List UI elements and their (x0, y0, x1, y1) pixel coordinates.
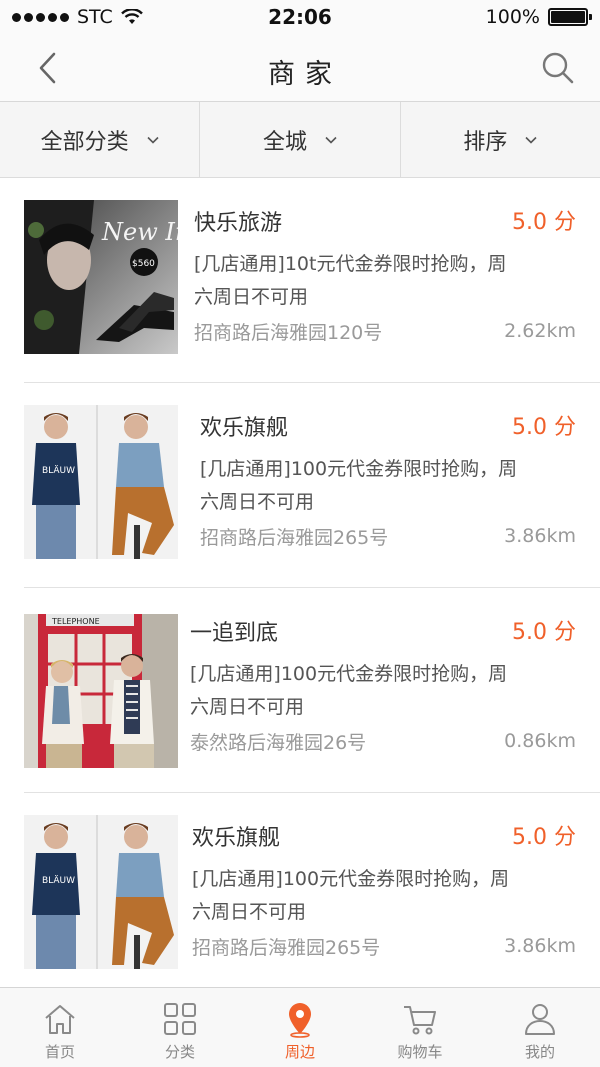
battery-fill (551, 11, 585, 23)
filter-category-label: 全部分类 (40, 129, 129, 155)
page-title: 商家 (268, 59, 342, 90)
svg-text:New In: New In (101, 218, 178, 246)
battery-percent: 100% (485, 6, 540, 28)
deal-description-line: 六周日不可用 (200, 491, 315, 513)
merchant-score: 5.0 分 (512, 620, 576, 645)
tab-nearby[interactable]: 周边 (240, 988, 360, 1067)
fashion-shoes-photo: New In $560 (24, 200, 178, 354)
merchant-score: 5.0 分 (512, 210, 576, 235)
tab-mine[interactable]: 我的 (480, 988, 600, 1067)
merchant-thumbnail: TELEPHONE (24, 614, 178, 768)
deal-description-line: [几店通用]10t元代金券限时抢购，周 (194, 253, 507, 275)
merchant-thumbnail: BLÄUW (24, 815, 178, 969)
chevron-down-icon (147, 136, 159, 144)
filter-city-label: 全城 (262, 129, 307, 155)
deal-description-line: 六周日不可用 (194, 286, 309, 308)
merchant-name: 欢乐旗舰 (192, 826, 281, 851)
search-icon[interactable] (538, 48, 578, 88)
merchant-address: 泰然路后海雅园26号 (190, 732, 367, 754)
status-bar: STC 22:06 100% (0, 0, 600, 34)
merchant-distance: 3.86km (504, 935, 576, 957)
grid-icon (164, 1003, 196, 1035)
deal-description-line: [几店通用]100元代金券限时抢购，周 (192, 868, 510, 890)
filter-bar: 全部分类 全城 排序 (0, 102, 600, 178)
merchant-address: 招商路后海雅园265号 (200, 527, 389, 549)
svg-text:BLÄUW: BLÄUW (42, 465, 75, 476)
telephone-booth-photo: TELEPHONE (24, 614, 178, 768)
men-apparel-photo: BLÄUW (24, 815, 178, 969)
merchant-score: 5.0 分 (512, 415, 576, 440)
deal-description-line: 六周日不可用 (192, 901, 307, 923)
merchant-thumbnail: New In $560 (24, 200, 178, 354)
filter-sort-label: 排序 (463, 129, 508, 155)
merchant-address: 招商路后海雅园120号 (194, 322, 383, 344)
list-item[interactable]: TELEPHONE 一追到底 5.0 分 [几店通用]100元代金券限时抢购，周… (0, 588, 600, 793)
location-pin-icon (289, 1003, 311, 1038)
filter-sort[interactable]: 排序 (399, 102, 600, 177)
battery-group: 100% (485, 6, 592, 28)
chevron-down-icon (325, 136, 337, 144)
booth-sign-text: TELEPHONE (51, 617, 100, 626)
merchant-score: 5.0 分 (512, 825, 576, 850)
tab-home[interactable]: 首页 (0, 988, 120, 1067)
chevron-down-icon (525, 136, 537, 144)
svg-text:BLÄUW: BLÄUW (42, 875, 75, 886)
merchant-distance: 0.86km (504, 730, 576, 752)
list-item[interactable]: New In $560 快乐旅游 5.0 分 [几店通用]10t元代金券限时抢购… (0, 178, 600, 383)
tab-category[interactable]: 分类 (120, 988, 240, 1067)
list-item[interactable]: BLÄUW 欢乐旗舰 5.0 分 [几店通用]100元代金券限时抢购，周 六周日… (0, 383, 600, 588)
men-apparel-photo: BLÄUW (24, 405, 178, 559)
cart-icon (404, 1006, 436, 1035)
merchant-name: 快乐旅游 (194, 211, 283, 236)
filter-city[interactable]: 全城 (199, 102, 399, 177)
nav-bar: 商家 (0, 34, 600, 102)
tab-bar: 首页 分类 周边 购物车 我的 (0, 987, 600, 1067)
tab-label: 购物车 (397, 1043, 443, 1061)
merchant-name: 欢乐旗舰 (200, 416, 289, 441)
battery-icon (548, 8, 592, 26)
merchant-distance: 2.62km (504, 320, 576, 342)
deal-description: [几店通用]10t元代金券限时抢购，周 六周日不可用 (194, 248, 578, 314)
list-item[interactable]: BLÄUW 欢乐旗舰 5.0 分 [几店通用]100元代金券限时抢购，周 六周日… (0, 793, 600, 998)
tab-label: 分类 (164, 1043, 195, 1061)
deal-description: [几店通用]100元代金券限时抢购，周 六周日不可用 (190, 658, 578, 724)
svg-text:$560: $560 (132, 259, 155, 269)
deal-description: [几店通用]100元代金券限时抢购，周 六周日不可用 (192, 863, 578, 929)
tab-label: 首页 (44, 1043, 75, 1061)
merchant-thumbnail: BLÄUW (24, 405, 178, 559)
merchant-name: 一追到底 (190, 621, 279, 646)
home-icon (45, 1005, 75, 1034)
deal-description-line: 六周日不可用 (190, 696, 305, 718)
tab-label: 我的 (524, 1043, 555, 1061)
merchant-distance: 3.86km (504, 525, 576, 547)
filter-category[interactable]: 全部分类 (0, 102, 199, 177)
merchant-address: 招商路后海雅园265号 (192, 937, 381, 959)
tab-label: 周边 (284, 1043, 315, 1061)
deal-description-line: [几店通用]100元代金券限时抢购，周 (200, 458, 518, 480)
user-icon (525, 1004, 555, 1035)
deal-description-line: [几店通用]100元代金券限时抢购，周 (190, 663, 508, 685)
deal-description: [几店通用]100元代金券限时抢购，周 六周日不可用 (200, 453, 578, 519)
tab-cart[interactable]: 购物车 (360, 988, 480, 1067)
